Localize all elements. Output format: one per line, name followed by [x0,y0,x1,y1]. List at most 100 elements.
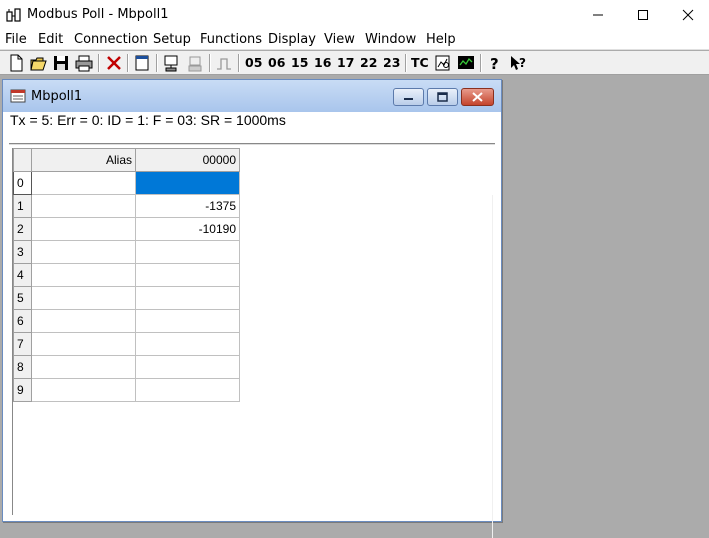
value-cell[interactable] [135,263,240,287]
disconnect-icon[interactable] [186,53,204,73]
function-05-button[interactable]: 05 [245,53,262,73]
value-cell[interactable] [135,309,240,333]
save-icon[interactable] [52,53,70,73]
single-read-icon[interactable] [215,53,233,73]
alias-cell[interactable] [31,263,136,287]
minimize-icon [593,14,603,16]
context-help-icon[interactable]: ? [509,53,527,73]
svg-text:?: ? [490,55,499,73]
traffic-button[interactable]: TC [411,53,429,73]
table-row: 3 [13,240,240,264]
alias-cell[interactable] [31,240,136,264]
toolbar-separator [238,54,240,72]
toolbar-separator [209,54,211,72]
function-06-button[interactable]: 06 [268,53,285,73]
menu-setup[interactable]: Setup [153,32,191,47]
table-row: 2 -10190 [13,217,240,241]
value-cell-selected[interactable] [135,171,240,195]
alias-cell[interactable] [31,217,136,241]
child-close-button[interactable] [461,88,494,106]
menu-file[interactable]: File [5,32,27,47]
menu-bar: File Edit Connection Setup Functions Dis… [0,30,709,50]
close-icon [472,92,483,102]
title-bar: Modbus Poll - Mbpoll1 [0,0,709,30]
toolbar-separator [156,54,158,72]
maximize-icon [638,10,648,20]
new-file-icon[interactable] [7,53,25,73]
menu-connection[interactable]: Connection [74,32,148,47]
mbpoll-window: Mbpoll1 Tx = 5: Err = 0: ID = 1: F = 03:… [2,79,502,538]
alias-cell[interactable] [31,355,136,379]
toolbar-separator [480,54,482,72]
restore-icon [437,92,448,102]
value-cell[interactable]: -1375 [135,194,240,218]
value-cell[interactable] [135,240,240,264]
maximize-button[interactable] [620,0,666,30]
child-title-bar: Mbpoll1 [3,80,501,112]
menu-window[interactable]: Window [365,32,416,47]
alias-cell[interactable] [31,286,136,310]
monitor-icon[interactable] [457,53,475,73]
menu-help[interactable]: Help [426,32,456,47]
alias-cell[interactable] [31,378,136,402]
value-cell[interactable] [135,378,240,402]
function-16-button[interactable]: 16 [314,53,331,73]
column-header-address[interactable]: 00000 [135,148,240,172]
connect-icon[interactable] [162,53,180,73]
value-cell[interactable] [135,286,240,310]
delete-icon[interactable] [105,53,123,73]
row-header[interactable]: 0 [13,171,32,195]
minimize-icon [404,98,413,100]
child-window-title: Mbpoll1 [31,89,83,104]
row-header[interactable]: 9 [13,378,32,402]
alias-cell[interactable] [31,194,136,218]
help-icon[interactable]: ? [486,53,504,73]
toolbar-separator [127,54,129,72]
menu-display[interactable]: Display [268,32,316,47]
row-header[interactable]: 3 [13,240,32,264]
table-row: 1 -1375 [13,194,240,218]
table-row: 6 [13,309,240,333]
register-table: Alias 00000 0 1 -1375 2 -10190 3 4 5 6 7… [13,148,240,402]
function-17-button[interactable]: 17 [337,53,354,73]
grid-corner[interactable] [13,148,32,172]
status-divider [9,143,495,145]
row-header[interactable]: 4 [13,263,32,287]
menu-view[interactable]: View [324,32,355,47]
window-icon[interactable] [133,53,151,73]
row-header[interactable]: 2 [13,217,32,241]
close-button[interactable] [665,0,709,30]
poll-status-line: Tx = 5: Err = 0: ID = 1: F = 03: SR = 10… [10,112,286,128]
alias-cell[interactable] [31,171,136,195]
menu-edit[interactable]: Edit [38,32,63,47]
chart-icon[interactable] [434,53,452,73]
value-cell[interactable] [135,332,240,356]
table-header-row: Alias 00000 [13,148,240,172]
function-22-button[interactable]: 22 [360,53,377,73]
toolbar: 05 06 15 16 17 22 23 TC ? ? [0,51,709,75]
alias-cell[interactable] [31,309,136,333]
toolbar-separator [405,54,407,72]
grid-edge [492,195,493,538]
function-23-button[interactable]: 23 [383,53,400,73]
alias-cell[interactable] [31,332,136,356]
open-folder-icon[interactable] [30,53,48,73]
minimize-button[interactable] [575,0,621,30]
menu-functions[interactable]: Functions [200,32,262,47]
value-cell[interactable] [135,355,240,379]
function-15-button[interactable]: 15 [291,53,308,73]
row-header[interactable]: 6 [13,309,32,333]
row-header[interactable]: 8 [13,355,32,379]
row-header[interactable]: 7 [13,332,32,356]
value-cell[interactable]: -10190 [135,217,240,241]
column-header-alias[interactable]: Alias [31,148,136,172]
row-header[interactable]: 1 [13,194,32,218]
child-minimize-button[interactable] [393,88,424,106]
register-grid: Alias 00000 0 1 -1375 2 -10190 3 4 5 6 7… [12,148,492,515]
child-restore-button[interactable] [427,88,458,106]
app-icon [6,8,21,22]
table-row: 5 [13,286,240,310]
row-header[interactable]: 5 [13,286,32,310]
print-icon[interactable] [75,53,93,73]
table-row: 4 [13,263,240,287]
